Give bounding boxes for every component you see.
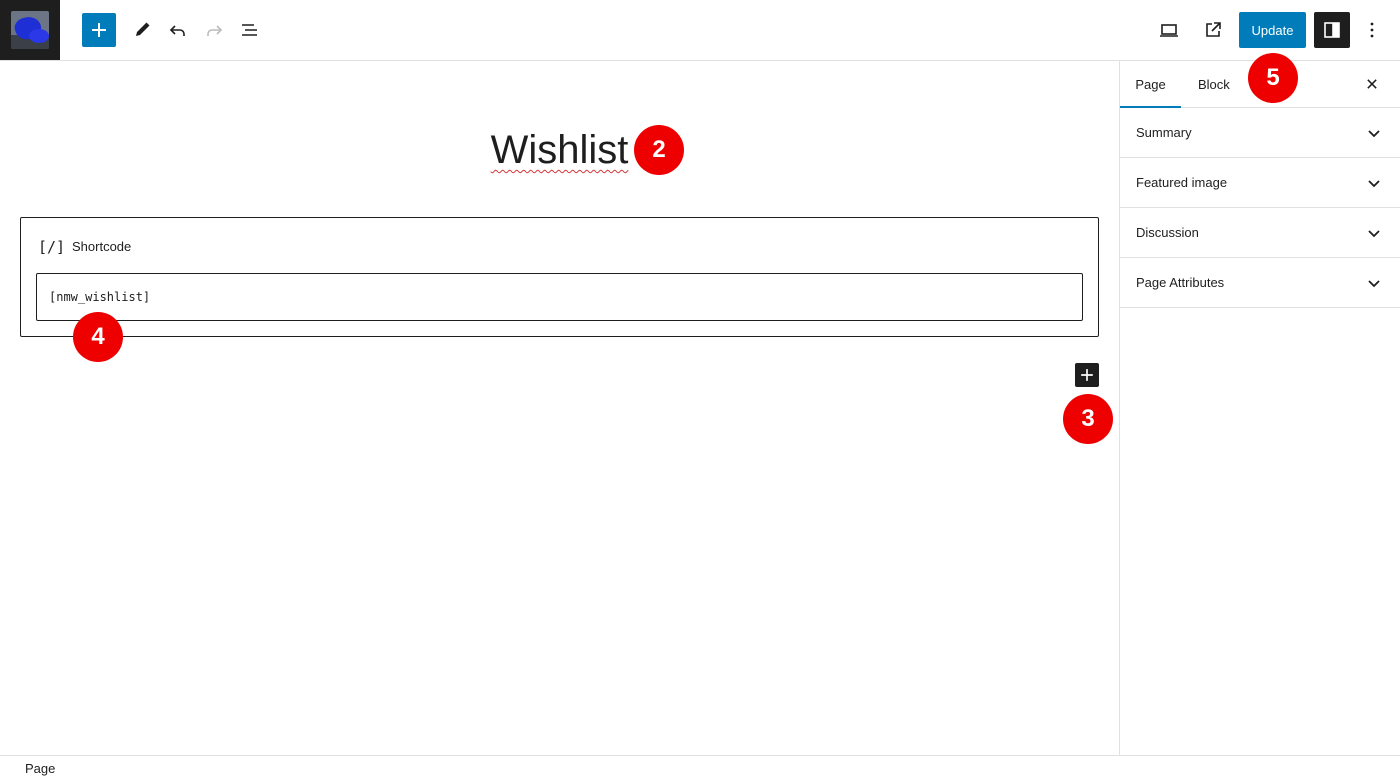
plus-icon [92,23,106,37]
close-icon [1367,79,1377,89]
chevron-down-icon [1368,180,1380,188]
undo-button[interactable] [160,12,196,48]
site-icon-image [11,11,49,49]
laptop-icon [1160,24,1178,37]
list-view-button[interactable] [232,12,268,48]
plus-icon [1081,369,1093,381]
site-logo-icon[interactable] [0,0,60,60]
close-sidebar-button[interactable] [1360,72,1384,96]
chevron-down-icon [1368,230,1380,238]
sidebar-toggle-icon [1324,22,1340,38]
more-vertical-icon [1370,22,1374,38]
step-marker-2: 2 [634,125,684,175]
breadcrumb[interactable]: Page [25,761,55,776]
page-title[interactable]: Wishlist [0,126,1119,174]
settings-sidebar: Page Block Summary Featured image Discus… [1119,61,1400,755]
page-title-text[interactable]: Wishlist [491,128,629,172]
tab-page[interactable]: Page [1120,61,1181,108]
list-view-icon [242,24,257,36]
settings-button[interactable] [1314,12,1350,48]
panel-discussion[interactable]: Discussion [1120,208,1400,258]
tab-block[interactable]: Block [1182,61,1246,108]
chevron-down-icon [1368,130,1380,138]
panel-summary-label: Summary [1136,125,1192,140]
redo-icon [207,25,223,36]
options-button[interactable] [1354,12,1390,48]
view-page-button[interactable] [1195,12,1231,48]
editor-header: Update [0,0,1400,61]
shortcode-input[interactable]: [nmw_wishlist] [36,273,1083,321]
editor-footer: Page [0,755,1400,780]
pencil-icon [136,22,150,36]
step-marker-4: 4 [73,312,123,362]
step-marker-5: 5 [1248,53,1298,103]
step-marker-3: 3 [1063,394,1113,444]
panel-featured-image-label: Featured image [1136,175,1228,190]
chevron-down-icon [1368,280,1380,288]
external-link-icon [1206,22,1221,37]
shortcode-block-label: Shortcode [72,239,132,254]
panel-summary[interactable]: Summary [1120,108,1400,158]
shortcode-icon: [/] [38,238,66,256]
panel-featured-image[interactable]: Featured image [1120,158,1400,208]
preview-button[interactable] [1151,12,1187,48]
update-button[interactable]: Update [1239,12,1306,48]
editor-canvas[interactable]: Wishlist [/] Shortcode [nmw_wishlist] [0,61,1119,755]
undo-icon [169,25,185,36]
redo-button[interactable] [196,12,232,48]
panel-discussion-label: Discussion [1136,225,1199,240]
shortcode-block[interactable]: [/] Shortcode [nmw_wishlist] [20,217,1099,337]
block-inserter-button[interactable] [1075,363,1099,387]
tools-button[interactable] [124,12,160,48]
panel-page-attributes-label: Page Attributes [1136,275,1225,290]
panel-page-attributes[interactable]: Page Attributes [1120,258,1400,308]
add-block-button[interactable] [82,13,116,47]
